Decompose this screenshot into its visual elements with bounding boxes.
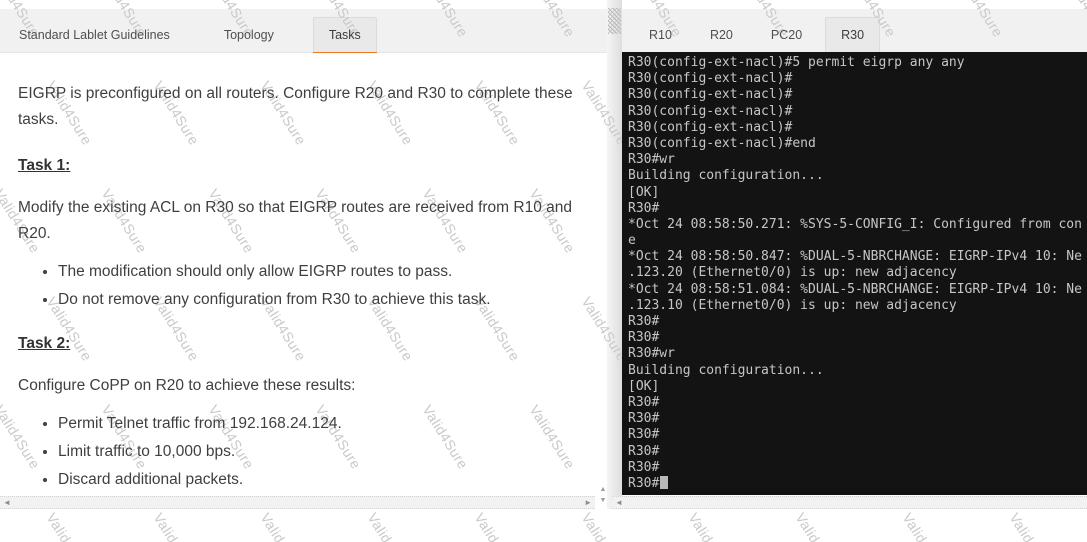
terminal-line: R30# bbox=[628, 330, 1087, 346]
tasks-panel: Standard Lablet GuidelinesTopologyTasks … bbox=[0, 0, 607, 542]
terminal-line: R30(config-ext-nacl)#end bbox=[628, 136, 1087, 152]
panel-divider[interactable] bbox=[607, 0, 622, 509]
task-bullet: Limit traffic to 10,000 bps. bbox=[58, 439, 577, 465]
task-bullet-list: Permit Telnet traffic from 192.168.24.12… bbox=[18, 411, 577, 493]
task-body: Modify the existing ACL on R30 so that E… bbox=[18, 195, 577, 247]
task-bullet: Do not remove any configuration from R30… bbox=[58, 287, 577, 313]
right-horizontal-scrollbar[interactable]: ◄ bbox=[612, 496, 1087, 509]
terminal-line: Building configuration... bbox=[628, 363, 1087, 379]
console-terminal[interactable]: R30(config-ext-nacl)#5 permit eigrp any … bbox=[622, 52, 1087, 495]
terminal-line: *Oct 24 08:58:50.847: %DUAL-5-NBRCHANGE:… bbox=[628, 249, 1087, 265]
left-horizontal-scrollbar[interactable]: ◄ ► bbox=[0, 496, 595, 509]
terminal-line: R30(config-ext-nacl)# bbox=[628, 71, 1087, 87]
terminal-line: R30#wr bbox=[628, 346, 1087, 362]
tab-r20[interactable]: R20 bbox=[695, 18, 748, 52]
terminal-line: Building configuration... bbox=[628, 168, 1087, 184]
terminal-line: e bbox=[628, 233, 1087, 249]
terminal-line: R30# bbox=[628, 427, 1087, 443]
tab-tasks[interactable]: Tasks bbox=[313, 17, 377, 52]
tab-r30[interactable]: R30 bbox=[825, 17, 880, 52]
task-heading: Task 2: bbox=[18, 331, 70, 357]
terminal-line: R30# bbox=[628, 395, 1087, 411]
tasks-content: EIGRP is preconfigured on all routers. C… bbox=[0, 53, 607, 496]
task-bullet-list: The modification should only allow EIGRP… bbox=[18, 259, 577, 313]
intro-paragraph: EIGRP is preconfigured on all routers. C… bbox=[18, 81, 577, 133]
device-tabbar: R10R20PC20R30 bbox=[622, 9, 1087, 53]
task-bullet: Discard additional packets. bbox=[58, 467, 577, 493]
tab-r10[interactable]: R10 bbox=[634, 18, 687, 52]
terminal-cursor bbox=[660, 476, 668, 489]
scroll-left-arrow-icon[interactable]: ◄ bbox=[3, 497, 11, 508]
terminal-line: .123.20 (Ethernet0/0) is up: new adjacen… bbox=[628, 265, 1087, 281]
terminal-line: R30(config-ext-nacl)# bbox=[628, 120, 1087, 136]
terminal-line: [OK] bbox=[628, 185, 1087, 201]
terminal-line: R30# bbox=[628, 201, 1087, 217]
tab-topology[interactable]: Topology bbox=[209, 18, 289, 52]
tab-standard-lablet-guidelines[interactable]: Standard Lablet Guidelines bbox=[4, 18, 185, 52]
terminal-line: R30(config-ext-nacl)# bbox=[628, 87, 1087, 103]
terminal-line: R30# bbox=[628, 411, 1087, 427]
scroll-left-arrow-icon[interactable]: ◄ bbox=[615, 497, 623, 508]
scroll-right-arrow-icon[interactable]: ► bbox=[584, 497, 592, 508]
terminal-line: R30# bbox=[628, 314, 1087, 330]
terminal-line: R30(config-ext-nacl)#5 permit eigrp any … bbox=[628, 55, 1087, 71]
terminal-line: *Oct 24 08:58:51.084: %DUAL-5-NBRCHANGE:… bbox=[628, 282, 1087, 298]
left-tabbar: Standard Lablet Guidelines Topology Tasks bbox=[0, 9, 607, 53]
terminal-line: .123.10 (Ethernet0/0) is up: new adjacen… bbox=[628, 298, 1087, 314]
tab-pc20[interactable]: PC20 bbox=[756, 18, 817, 52]
terminal-line: R30# bbox=[628, 460, 1087, 476]
task-bullet: Permit Telnet traffic from 192.168.24.12… bbox=[58, 411, 577, 437]
task-bullet: The modification should only allow EIGRP… bbox=[58, 259, 577, 285]
task-body: Configure CoPP on R20 to achieve these r… bbox=[18, 373, 577, 399]
divider-grip-handle[interactable] bbox=[608, 8, 621, 34]
task-heading: Task 1: bbox=[18, 153, 70, 179]
terminal-line: R30# bbox=[628, 444, 1087, 460]
terminal-line: R30# bbox=[628, 476, 1087, 492]
lab-exam-window: Standard Lablet GuidelinesTopologyTasks … bbox=[0, 0, 1087, 542]
task-sections: Task 1: Modify the existing ACL on R30 so… bbox=[18, 151, 577, 493]
terminal-line: [OK] bbox=[628, 379, 1087, 395]
terminal-line: R30(config-ext-nacl)# bbox=[628, 104, 1087, 120]
terminal-line: R30#wr bbox=[628, 152, 1087, 168]
terminal-line: *Oct 24 08:58:50.271: %SYS-5-CONFIG_I: C… bbox=[628, 217, 1087, 233]
console-panel: R10R20PC20R30 R30(config-ext-nacl)#5 per… bbox=[622, 0, 1087, 542]
